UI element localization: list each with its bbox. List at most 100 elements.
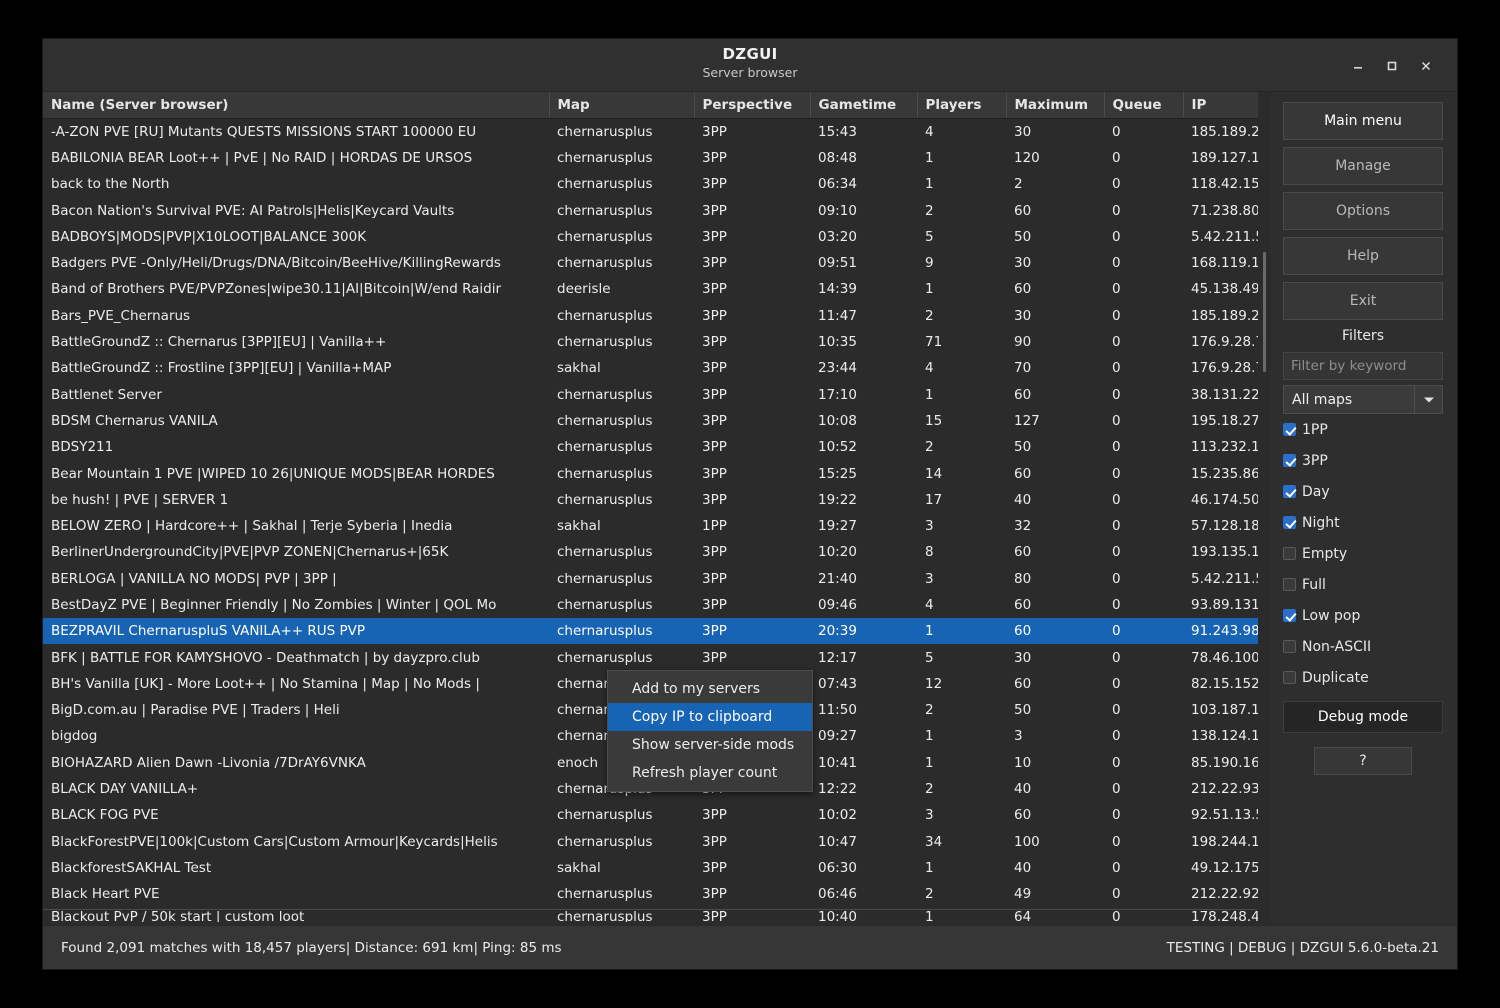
- minimize-button[interactable]: [1341, 53, 1375, 79]
- filter-checkbox-non-ascii[interactable]: Non-ASCII: [1283, 631, 1443, 662]
- table-row[interactable]: Bear Mountain 1 PVE |WIPED 10 26|UNIQUE …: [43, 460, 1259, 486]
- cell-gametime: 20:39: [810, 618, 917, 645]
- cell-queue: 0: [1112, 281, 1121, 298]
- scrollbar-track[interactable]: [1263, 118, 1266, 925]
- help-question-button[interactable]: ?: [1314, 747, 1412, 775]
- checkbox-icon[interactable]: [1283, 516, 1296, 529]
- cell-map: chernarusplus: [557, 649, 653, 666]
- filter-checkbox-day[interactable]: Day: [1283, 476, 1443, 507]
- cell-queue: 0: [1112, 649, 1121, 666]
- table-row[interactable]: BlackforestSAKHAL Test sakhal 3PP 06:30 1 40 0…: [43, 855, 1259, 881]
- cell-ip: 138.124.183: [1191, 728, 1259, 745]
- close-button[interactable]: [1409, 53, 1443, 79]
- cell-perspective: 3PP: [702, 202, 727, 219]
- cell-ip: 168.119.142: [1191, 255, 1259, 272]
- column-header-players[interactable]: Players: [917, 92, 1007, 119]
- context-menu-item[interactable]: Add to my servers: [608, 675, 812, 703]
- filter-keyword-input[interactable]: [1283, 352, 1443, 380]
- table-row[interactable]: BattleGroundZ :: Chernarus [3PP][EU] | V…: [43, 329, 1259, 355]
- checkbox-label: 1PP: [1302, 421, 1328, 438]
- table-row[interactable]: Blackout PvP / 50k start | custom loot c…: [43, 904, 1259, 922]
- table-row[interactable]: Bars_PVE_Chernarus chernarusplus 3PP 11:47 2…: [43, 303, 1259, 329]
- cell-players: 1: [925, 386, 934, 403]
- table-row[interactable]: Band of Brothers PVE/PVPZones|wipe30.11|…: [43, 276, 1259, 302]
- column-header-perspective[interactable]: Perspective: [694, 92, 811, 119]
- table-row[interactable]: BestDayZ PVE | Beginner Friendly | No Zo…: [43, 592, 1259, 618]
- cell-ip: 91.243.98.9: [1183, 618, 1259, 645]
- table-row[interactable]: BFK | BATTLE FOR KAMYSHOVO - Deathmatch …: [43, 644, 1259, 670]
- cell-gametime: 06:34: [818, 176, 857, 193]
- column-header-map[interactable]: Map: [549, 92, 695, 119]
- table-row[interactable]: BerlinerUndergroundCity|PVE|PVP ZONEN|Ch…: [43, 539, 1259, 565]
- map-select[interactable]: All maps: [1283, 385, 1443, 414]
- context-menu-item[interactable]: Refresh player count: [608, 759, 812, 787]
- cell-maximum: 100: [1014, 833, 1040, 850]
- checkbox-icon[interactable]: [1283, 454, 1296, 467]
- table-row[interactable]: BEZPRAVIL ChernaruspluS VANILA++ RUS PVP…: [43, 618, 1259, 645]
- sidebar-button-exit[interactable]: Exit: [1283, 282, 1443, 320]
- cell-queue: 0: [1112, 491, 1121, 508]
- table-row[interactable]: BADBOYS|MODS|PVP|X10LOOT|BALANCE 300K che…: [43, 224, 1259, 250]
- cell-queue: 0: [1112, 439, 1121, 456]
- table-row[interactable]: Bacon Nation's Survival PVE: AI Patrols|…: [43, 197, 1259, 223]
- checkbox-icon[interactable]: [1283, 671, 1296, 684]
- table-row[interactable]: BlackForestPVE|100k|Custom Cars|Custom A…: [43, 829, 1259, 855]
- sidebar-button-main-menu[interactable]: Main menu: [1283, 102, 1443, 140]
- table-row[interactable]: back to the North chernarusplus 3PP 06:34 1 2…: [43, 171, 1259, 197]
- cell-players: 12: [925, 675, 943, 692]
- table-row[interactable]: BDSM Chernarus VANILA chernarusplus 3PP 10:…: [43, 408, 1259, 434]
- table-row[interactable]: BLACK FOG PVE chernarusplus 3PP 10:02 3 60 0 92…: [43, 802, 1259, 828]
- cell-maximum: 32: [1014, 518, 1032, 535]
- table-row[interactable]: Badgers PVE -Only/Heli/Drugs/DNA/Bitcoin…: [43, 250, 1259, 276]
- checkbox-icon[interactable]: [1283, 547, 1296, 560]
- table-row[interactable]: Battlenet Server chernarusplus 3PP 17:10 1 60…: [43, 381, 1259, 407]
- filter-checkbox-low-pop[interactable]: Low pop: [1283, 600, 1443, 631]
- table-row[interactable]: BattleGroundZ :: Frostline [3PP][EU] | V…: [43, 355, 1259, 381]
- checkbox-icon[interactable]: [1283, 609, 1296, 622]
- cell-maximum: 60: [1014, 807, 1032, 824]
- table-row[interactable]: BDSY211 chernarusplus 3PP 10:52 2 50 0 113.232.…: [43, 434, 1259, 460]
- checkbox-icon[interactable]: [1283, 640, 1296, 653]
- scrollbar-thumb[interactable]: [1263, 252, 1266, 372]
- context-menu[interactable]: Add to my servers Copy IP to clipboard Sho…: [607, 670, 813, 792]
- column-header-name[interactable]: Name (Server browser): [43, 92, 550, 119]
- checkbox-icon[interactable]: [1283, 578, 1296, 591]
- cell-queue: 0: [1112, 909, 1121, 922]
- chevron-down-icon[interactable]: [1414, 386, 1442, 413]
- table-row[interactable]: -A-ZON PVE [RU] Mutants QUESTS MISSIONS …: [43, 119, 1259, 145]
- filter-checkbox-empty[interactable]: Empty: [1283, 538, 1443, 569]
- column-header-maximum[interactable]: Maximum: [1006, 92, 1105, 119]
- column-header-queue[interactable]: Queue: [1104, 92, 1184, 119]
- checkbox-label: Full: [1302, 576, 1326, 593]
- cell-gametime: 15:43: [818, 123, 857, 140]
- column-header-ip[interactable]: IP: [1183, 92, 1260, 119]
- sidebar-button-options[interactable]: Options: [1283, 192, 1443, 230]
- filter-checkbox-duplicate[interactable]: Duplicate: [1283, 662, 1443, 693]
- table-row[interactable]: BELOW ZERO | Hardcore++ | Sakhal | Terje…: [43, 513, 1259, 539]
- column-header-gametime[interactable]: Gametime: [810, 92, 918, 119]
- table-row[interactable]: BERLOGA | VANILLA NO MODS| PVP | 3PP | ch…: [43, 566, 1259, 592]
- cell-ip: 103.187.104: [1191, 702, 1259, 719]
- filter-checkbox-full[interactable]: Full: [1283, 569, 1443, 600]
- cell-name: BEZPRAVIL ChernaruspluS VANILA++ RUS PVP: [43, 618, 549, 645]
- cell-maximum: 64: [1014, 909, 1032, 922]
- debug-mode-button[interactable]: Debug mode: [1283, 701, 1443, 733]
- checkbox-icon[interactable]: [1283, 485, 1296, 498]
- table-header-row: Name (Server browser) Map Perspective Ga…: [43, 92, 1260, 119]
- filter-checkbox-night[interactable]: Night: [1283, 507, 1443, 538]
- maximize-button[interactable]: [1375, 53, 1409, 79]
- sidebar-button-help[interactable]: Help: [1283, 237, 1443, 275]
- filter-checkbox-3pp[interactable]: 3PP: [1283, 445, 1443, 476]
- cell-name: Band of Brothers PVE/PVPZones|wipe30.11|…: [51, 281, 502, 298]
- context-menu-item[interactable]: Copy IP to clipboard: [608, 703, 812, 731]
- filter-checkbox-1pp[interactable]: 1PP: [1283, 414, 1443, 445]
- sidebar-button-manage[interactable]: Manage: [1283, 147, 1443, 185]
- table-row[interactable]: BABILONIA BEAR Loot++ | PvE | No RAID | …: [43, 145, 1259, 171]
- cell-queue: 0: [1112, 781, 1121, 798]
- status-right-text: TESTING | DEBUG | DZGUI 5.6.0-beta.21: [1166, 939, 1439, 956]
- checkbox-icon[interactable]: [1283, 423, 1296, 436]
- vertical-scrollbar[interactable]: [1258, 92, 1271, 925]
- server-table-container[interactable]: Name (Server browser) Map Perspective Ga…: [43, 92, 1271, 925]
- table-row[interactable]: be hush! | PVE | SERVER 1 chernarusplus 3P…: [43, 487, 1259, 513]
- context-menu-item[interactable]: Show server-side mods: [608, 731, 812, 759]
